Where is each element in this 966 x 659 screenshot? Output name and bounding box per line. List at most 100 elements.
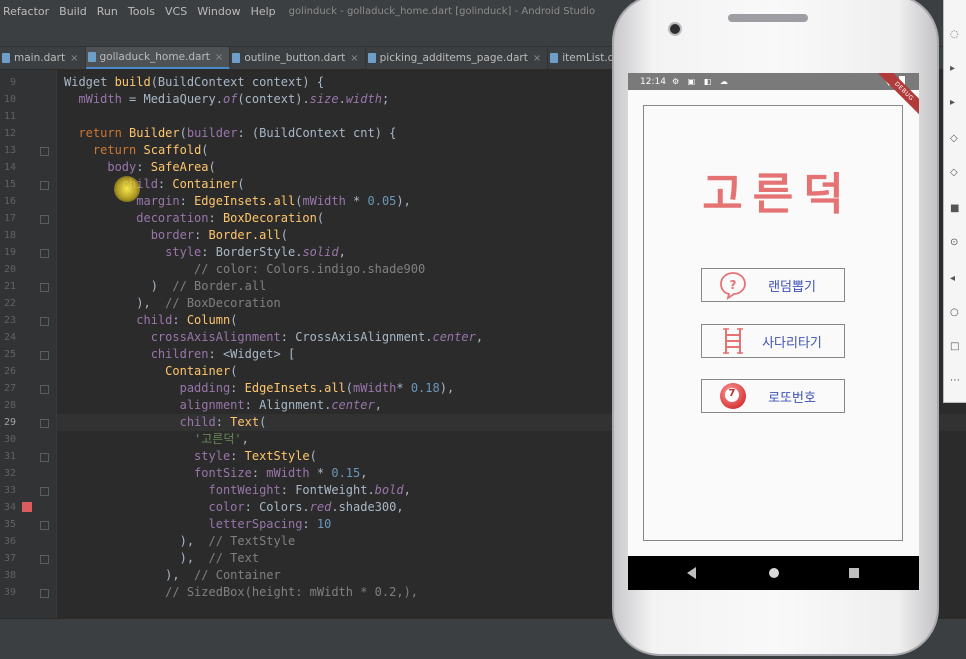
- line-number: 17: [3, 213, 16, 224]
- code-line[interactable]: children: <Widget> [: [64, 346, 296, 363]
- code-line[interactable]: // color: Colors.indigo.shade900: [64, 261, 425, 278]
- menu-help[interactable]: Help: [246, 5, 281, 18]
- lotto-number-button[interactable]: 7 로또번호: [701, 379, 845, 413]
- menu-build[interactable]: Build: [54, 5, 92, 18]
- code-line[interactable]: return Builder(builder: (BuildContext cn…: [64, 125, 396, 142]
- line-number: 31: [3, 451, 16, 462]
- random-pick-button[interactable]: ? 랜덤뽑기: [701, 268, 845, 302]
- fold-marker-icon[interactable]: [40, 317, 49, 326]
- line-number: 12: [3, 128, 16, 139]
- ladder-game-button[interactable]: 사다리타기: [701, 324, 845, 358]
- rotate-left-icon[interactable]: ◇: [950, 134, 960, 144]
- recents-icon[interactable]: [849, 568, 859, 578]
- tab-golladuck-home-dart[interactable]: golladuck_home.dart ×: [85, 47, 231, 69]
- random-pick-label: 랜덤뽑기: [768, 279, 816, 295]
- power-icon[interactable]: ◌: [950, 30, 960, 40]
- code-line[interactable]: border: Border.all(: [64, 227, 288, 244]
- tab-main-dart[interactable]: main.dart ×: [0, 47, 86, 69]
- back-icon[interactable]: [687, 567, 696, 579]
- home-icon[interactable]: [769, 568, 779, 578]
- fold-marker-icon[interactable]: [40, 555, 49, 564]
- code-line[interactable]: body: SafeArea(: [64, 159, 215, 176]
- menu-vcs[interactable]: VCS: [160, 5, 192, 18]
- code-line[interactable]: letterSpacing: 10: [64, 516, 332, 533]
- code-line[interactable]: style: TextStyle(: [64, 448, 317, 465]
- breakpoint-icon[interactable]: [22, 502, 32, 512]
- fold-marker-icon[interactable]: [40, 589, 49, 598]
- phone-screen[interactable]: 12:14 ⚙ ▣ ◧ ☁ DEBUG 고른덕 ? 랜덤뽑기 사다리타기 7 로…: [628, 73, 919, 590]
- close-icon[interactable]: ×: [533, 53, 541, 64]
- code-line[interactable]: decoration: BoxDecoration(: [64, 210, 324, 227]
- tab-label: picking_additems_page.dart: [379, 52, 528, 64]
- line-number: 32: [3, 468, 16, 479]
- fold-marker-icon[interactable]: [40, 419, 49, 428]
- line-number: 36: [3, 536, 16, 547]
- code-line[interactable]: color: Colors.red.shade300,: [64, 499, 404, 516]
- home-button-icon[interactable]: ○: [950, 308, 960, 318]
- code-line[interactable]: padding: EdgeInsets.all(mWidth* 0.18),: [64, 380, 455, 397]
- line-number: 16: [3, 196, 16, 207]
- code-line[interactable]: Widget build(BuildContext context) {: [64, 74, 324, 91]
- close-icon[interactable]: ×: [215, 52, 223, 63]
- line-number: 33: [3, 485, 16, 496]
- fold-marker-icon[interactable]: [40, 385, 49, 394]
- code-line[interactable]: Container(: [64, 363, 237, 380]
- volume-up-icon[interactable]: ▸: [950, 64, 960, 74]
- fold-marker-icon[interactable]: [40, 147, 49, 156]
- line-number: 34: [3, 502, 16, 513]
- menu-window[interactable]: Window: [192, 5, 245, 18]
- editor-gutter[interactable]: 9 10 11 12 13 14 15 16 17 18 19 20 21 22 23 24 25 26 27 28 2…: [0, 70, 57, 618]
- fold-marker-icon[interactable]: [40, 453, 49, 462]
- window-title: golinduck - golladuck_home.dart [golindu…: [288, 5, 596, 17]
- menu-refactor[interactable]: Refactor: [0, 5, 54, 18]
- fold-marker-icon[interactable]: [40, 181, 49, 190]
- app-title: 고른덕: [702, 169, 854, 220]
- volume-down-icon[interactable]: ▸: [950, 98, 960, 108]
- fold-marker-icon[interactable]: [40, 283, 49, 292]
- code-line[interactable]: return Scaffold(: [64, 142, 209, 159]
- code-line[interactable]: ), // Container: [64, 567, 281, 584]
- code-line[interactable]: ), // BoxDecoration: [64, 295, 281, 312]
- code-line[interactable]: fontSize: mWidth * 0.15,: [64, 465, 367, 482]
- tab-picking-additems-page-dart[interactable]: picking_additems_page.dart ×: [366, 47, 549, 69]
- lotto-number-label: 로또번호: [768, 390, 816, 406]
- code-line[interactable]: child: Column(: [64, 312, 237, 329]
- menu-tools[interactable]: Tools: [123, 5, 160, 18]
- screenshot-icon[interactable]: ■: [950, 204, 960, 214]
- menu-run[interactable]: Run: [92, 5, 123, 18]
- code-line[interactable]: ), // Text: [64, 550, 259, 567]
- line-number: 27: [3, 383, 16, 394]
- code-line[interactable]: '고른덕',: [64, 431, 249, 448]
- more-icon[interactable]: ⋯: [950, 376, 960, 386]
- code-line[interactable]: alignment: Alignment.center,: [64, 397, 382, 414]
- fold-marker-icon[interactable]: [40, 351, 49, 360]
- code-line[interactable]: crossAxisAlignment: CrossAxisAlignment.c…: [64, 329, 483, 346]
- code-line[interactable]: ) // Border.all: [64, 278, 267, 295]
- close-icon[interactable]: ×: [70, 53, 78, 64]
- overview-icon[interactable]: □: [950, 342, 960, 352]
- ladder-icon: [718, 326, 748, 356]
- line-number: 10: [3, 94, 16, 105]
- line-number: 29: [3, 417, 16, 428]
- line-number: 38: [3, 570, 16, 581]
- tab-outline-button-dart[interactable]: outline_button.dart ×: [230, 47, 366, 69]
- rotate-right-icon[interactable]: ◇: [950, 168, 960, 178]
- code-line[interactable]: // SizedBox(height: mWidth * 0.2,),: [64, 584, 418, 601]
- code-line[interactable]: child: Text(: [64, 414, 267, 431]
- fold-marker-icon[interactable]: [40, 215, 49, 224]
- line-number: 9: [9, 77, 16, 88]
- code-line[interactable]: style: BorderStyle.solid,: [64, 244, 346, 261]
- fold-marker-icon[interactable]: [40, 249, 49, 258]
- zoom-icon[interactable]: ⊙: [950, 238, 960, 248]
- code-line[interactable]: ), // TextStyle: [64, 533, 296, 550]
- code-line[interactable]: fontWeight: FontWeight.bold,: [64, 482, 411, 499]
- phone-earpiece: [728, 14, 808, 22]
- code-line[interactable]: mWidth = MediaQuery.of(context).size.wid…: [64, 91, 389, 108]
- code-line[interactable]: child: Container(: [64, 176, 245, 193]
- dart-file-icon: [87, 52, 96, 62]
- close-icon[interactable]: ×: [350, 53, 358, 64]
- tab-label: golladuck_home.dart: [99, 51, 210, 63]
- fold-marker-icon[interactable]: [40, 487, 49, 496]
- back-button-icon[interactable]: ◂: [950, 274, 960, 284]
- fold-marker-icon[interactable]: [40, 521, 49, 530]
